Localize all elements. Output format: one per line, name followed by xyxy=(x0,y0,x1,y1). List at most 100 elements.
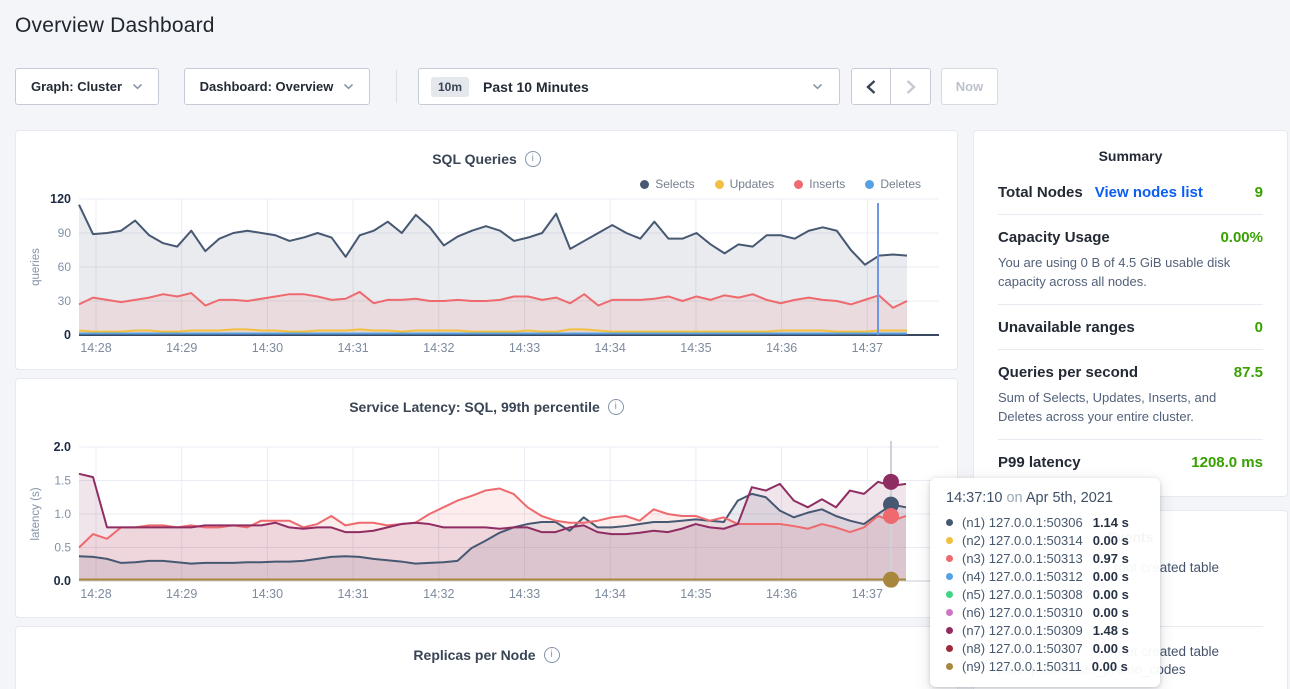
total-nodes-label: Total Nodes xyxy=(998,184,1083,201)
p99-latency-label: P99 latency xyxy=(998,454,1081,471)
svg-text:30: 30 xyxy=(58,294,72,308)
qps-value: 87.5 xyxy=(1234,364,1263,381)
legend-item-selects[interactable]: Selects xyxy=(640,177,694,191)
svg-text:14:28: 14:28 xyxy=(80,587,111,601)
tooltip-node-value: 0.00 s xyxy=(1093,569,1129,584)
info-icon[interactable]: i xyxy=(608,399,624,415)
svg-text:14:37: 14:37 xyxy=(852,587,883,601)
svg-text:14:32: 14:32 xyxy=(423,341,454,355)
next-range-button[interactable] xyxy=(891,68,931,105)
chart-hover-tooltip: 14:37:10 on Apr 5th, 2021 (n1) 127.0.0.1… xyxy=(930,478,1160,687)
time-range-badge: 10m xyxy=(431,77,469,97)
tooltip-row: (n4) 127.0.0.1:50312 0.00 s xyxy=(946,567,1146,585)
svg-text:14:36: 14:36 xyxy=(766,587,797,601)
total-nodes-value: 9 xyxy=(1255,184,1263,201)
svg-text:14:31: 14:31 xyxy=(337,587,368,601)
summary-title: Summary xyxy=(998,148,1263,164)
now-button[interactable]: Now xyxy=(941,68,998,105)
svg-text:2.0: 2.0 xyxy=(54,440,71,454)
svg-text:0: 0 xyxy=(64,328,71,342)
chart-title-replicas-per-node: Replicas per Node xyxy=(413,647,535,663)
tooltip-node-label: (n3) 127.0.0.1:50313 xyxy=(962,551,1083,566)
unavailable-ranges-label: Unavailable ranges xyxy=(998,319,1135,336)
chart-legend: Selects Updates Inserts Deletes xyxy=(640,177,921,191)
capacity-usage-label: Capacity Usage xyxy=(998,229,1110,246)
svg-text:14:33: 14:33 xyxy=(509,341,540,355)
tooltip-row: (n7) 127.0.0.1:503091.48 s xyxy=(946,621,1146,639)
svg-text:14:35: 14:35 xyxy=(680,341,711,355)
chart-card-service-latency: 14:2814:2914:3014:3114:3214:3314:3414:35… xyxy=(15,378,958,618)
qps-description: Sum of Selects, Updates, Inserts, and De… xyxy=(998,388,1263,426)
svg-text:queries: queries xyxy=(30,248,42,286)
capacity-usage-description: You are using 0 B of 4.5 GiB usable disk… xyxy=(998,253,1263,291)
view-nodes-list-link[interactable]: View nodes list xyxy=(1095,184,1203,201)
legend-item-inserts[interactable]: Inserts xyxy=(794,177,845,191)
tooltip-row: (n8) 127.0.0.1:50307 0.00 s xyxy=(946,639,1146,657)
info-icon[interactable]: i xyxy=(544,647,560,663)
tooltip-node-value: 0.00 s xyxy=(1093,641,1129,656)
series-dot-icon xyxy=(946,555,953,562)
legend-item-deletes[interactable]: Deletes xyxy=(865,177,921,191)
prev-range-button[interactable] xyxy=(851,68,891,105)
time-range-label: Past 10 Minutes xyxy=(483,79,812,95)
graph-dropdown-label: Graph: Cluster xyxy=(31,79,122,94)
tooltip-node-value: 0.00 s xyxy=(1093,605,1129,620)
svg-text:14:29: 14:29 xyxy=(166,587,197,601)
dashboard-dropdown[interactable]: Dashboard: Overview xyxy=(184,68,370,105)
series-dot-icon xyxy=(946,645,953,652)
svg-text:14:31: 14:31 xyxy=(337,341,368,355)
legend-item-updates[interactable]: Updates xyxy=(715,177,775,191)
tooltip-node-label: (n4) 127.0.0.1:50312 xyxy=(962,569,1083,584)
tooltip-node-value: 1.14 s xyxy=(1093,515,1129,530)
svg-text:14:30: 14:30 xyxy=(252,341,283,355)
sql-queries-chart[interactable]: 14:2814:2914:3014:3114:3214:3314:3414:35… xyxy=(16,131,959,371)
svg-text:14:35: 14:35 xyxy=(680,587,711,601)
summary-row-capacity: Capacity Usage 0.00% You are using 0 B o… xyxy=(998,215,1263,305)
chevron-down-icon xyxy=(132,83,143,90)
chart-title-service-latency: Service Latency: SQL, 99th percentile xyxy=(349,399,600,415)
chevron-left-icon xyxy=(865,79,877,95)
tooltip-row: (n1) 127.0.0.1:50306 1.14 s xyxy=(946,513,1146,531)
svg-text:14:36: 14:36 xyxy=(766,341,797,355)
tooltip-node-label: (n8) 127.0.0.1:50307 xyxy=(962,641,1083,656)
tooltip-node-value: 0.00 s xyxy=(1093,587,1129,602)
tooltip-row: (n6) 127.0.0.1:50310 0.00 s xyxy=(946,603,1146,621)
chevron-right-icon xyxy=(905,79,917,95)
info-icon[interactable]: i xyxy=(525,151,541,167)
tooltip-node-value: 0.97 s xyxy=(1093,551,1129,566)
page-root: Overview Dashboard Graph: Cluster Dashbo… xyxy=(0,0,1290,689)
legend-dot-icon xyxy=(640,180,649,189)
capacity-usage-value: 0.00% xyxy=(1220,229,1263,246)
svg-text:120: 120 xyxy=(50,192,71,206)
legend-dot-icon xyxy=(794,180,803,189)
tooltip-row: (n5) 127.0.0.1:503080.00 s xyxy=(946,585,1146,603)
tooltip-row: (n3) 127.0.0.1:50313 0.97 s xyxy=(946,549,1146,567)
tooltip-node-label: (n2) 127.0.0.1:50314 xyxy=(962,533,1083,548)
summary-row-unavailable-ranges: Unavailable ranges 0 xyxy=(998,305,1263,350)
tooltip-node-value: 0.00 s xyxy=(1093,533,1129,548)
svg-text:14:34: 14:34 xyxy=(595,587,626,601)
tooltip-row: (n9) 127.0.0.1:503110.00 s xyxy=(946,657,1146,675)
summary-row-qps: Queries per second 87.5 Sum of Selects, … xyxy=(998,350,1263,440)
svg-text:0.5: 0.5 xyxy=(54,541,71,555)
dashboard-dropdown-label: Dashboard: Overview xyxy=(200,79,334,94)
tooltip-date: Apr 5th, 2021 xyxy=(1026,490,1113,506)
legend-label: Selects xyxy=(655,177,694,191)
svg-text:latency (s): latency (s) xyxy=(30,487,42,540)
tooltip-on: on xyxy=(1006,490,1022,506)
series-dot-icon xyxy=(946,519,953,526)
svg-text:90: 90 xyxy=(58,226,72,240)
tooltip-time: 14:37:10 xyxy=(946,490,1002,506)
svg-text:60: 60 xyxy=(58,260,72,274)
graph-dropdown[interactable]: Graph: Cluster xyxy=(15,68,159,105)
tooltip-node-label: (n1) 127.0.0.1:50306 xyxy=(962,515,1083,530)
p99-latency-value: 1208.0 ms xyxy=(1191,454,1263,471)
legend-dot-icon xyxy=(715,180,724,189)
series-dot-icon xyxy=(946,663,953,670)
unavailable-ranges-value: 0 xyxy=(1255,319,1263,336)
service-latency-chart[interactable]: 14:2814:2914:3014:3114:3214:3314:3414:35… xyxy=(16,379,959,619)
toolbar-divider xyxy=(396,70,397,103)
time-range-dropdown[interactable]: 10m Past 10 Minutes xyxy=(418,68,840,105)
tooltip-node-label: (n6) 127.0.0.1:50310 xyxy=(962,605,1083,620)
chart-title-sql-queries: SQL Queries xyxy=(432,151,517,167)
